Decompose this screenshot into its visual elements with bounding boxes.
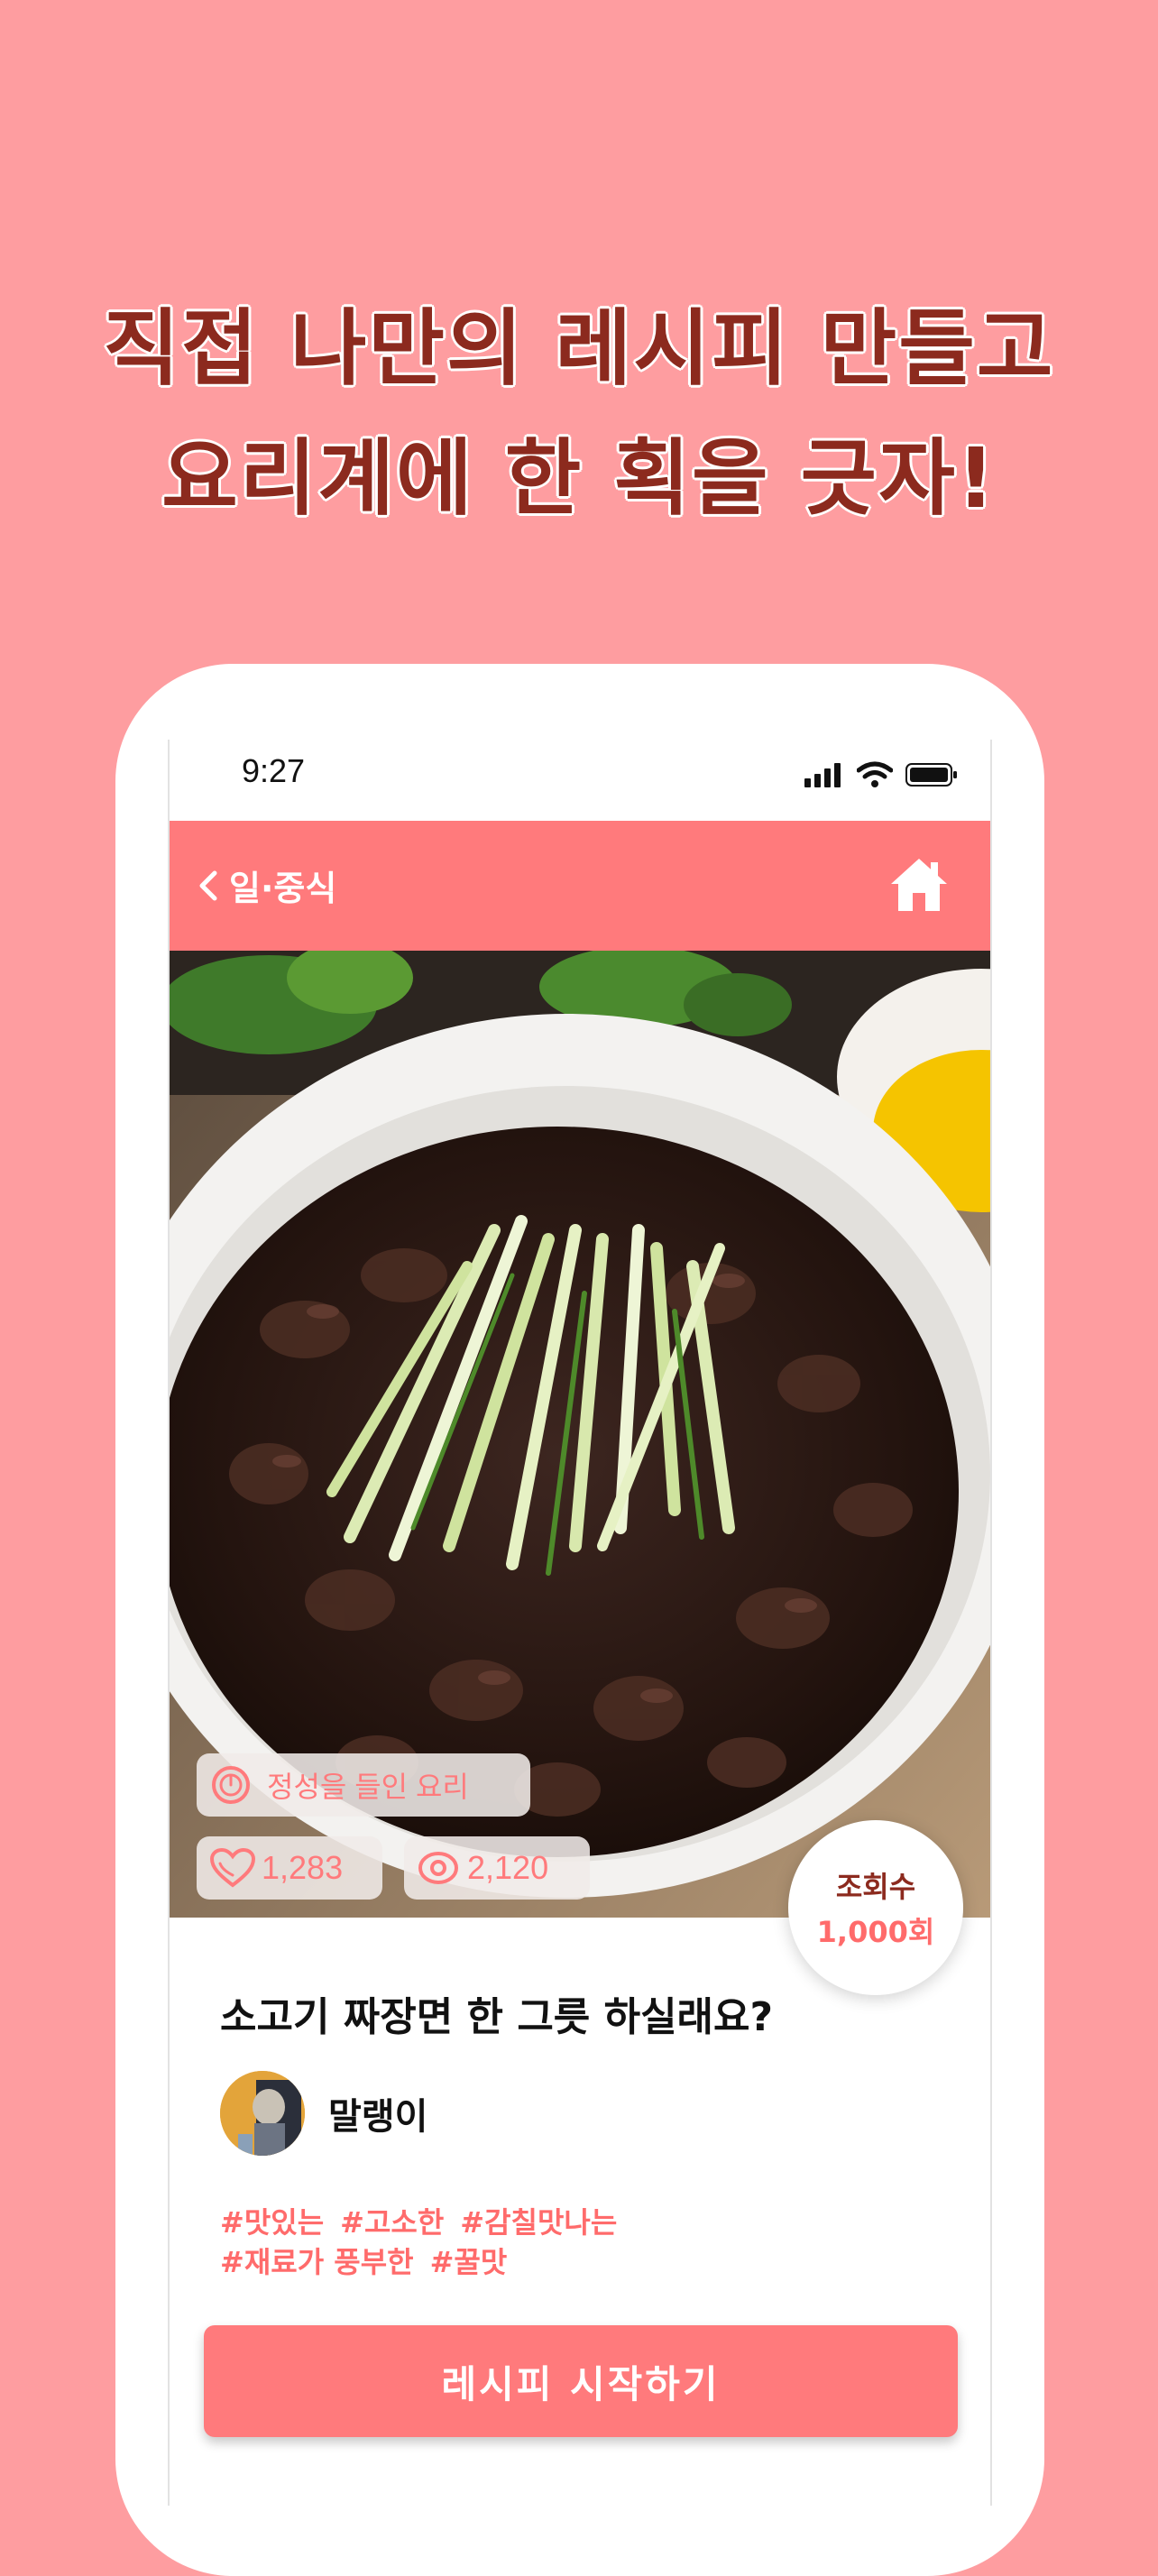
headline-line-2: 요리계에 한 획을 긋자! bbox=[161, 430, 997, 527]
avatar[interactable] bbox=[220, 2071, 305, 2156]
headline-line-1: 직접 나만의 레시피 만들고 bbox=[103, 300, 1055, 397]
nav-title: 일·중식 bbox=[229, 869, 337, 908]
author-name[interactable]: 말랭이 bbox=[328, 2087, 427, 2139]
home-button[interactable] bbox=[887, 853, 951, 916]
view-count-badge: 조회수 1,000회 bbox=[788, 1820, 963, 1995]
recipe-tag-pill: 정성을 들인 요리 bbox=[197, 1753, 530, 1817]
recipe-title: 소고기 짜장면 한 그릇 하실래요? bbox=[220, 1994, 774, 2040]
author-row[interactable]: 말랭이 bbox=[220, 2071, 427, 2156]
hashtag[interactable]: #맛있는 bbox=[220, 2205, 324, 2240]
hashtag[interactable]: #꿀맛 bbox=[430, 2245, 508, 2279]
status-time: 9:27 bbox=[242, 752, 306, 789]
hashtags: #맛있는 #고소한 #감칠맛나는 #재료가 풍부한 #꿀맛 bbox=[220, 2203, 942, 2282]
views-pill: 2,120 bbox=[404, 1836, 590, 1900]
recipe-photo[interactable]: 정성을 들인 요리 1,283 2,120 bbox=[170, 951, 990, 1918]
home-icon bbox=[891, 859, 947, 911]
nav-bar: 일·중식 bbox=[170, 821, 990, 951]
eye-icon bbox=[418, 1852, 458, 1884]
status-bar: 9:27 bbox=[170, 740, 990, 821]
signal-icon bbox=[804, 763, 841, 787]
back-button[interactable]: 일·중식 bbox=[197, 860, 336, 910]
likes-count: 1,283 bbox=[262, 1849, 344, 1886]
hashtag-line-2: #재료가 풍부한 #꿀맛 bbox=[220, 2242, 942, 2282]
hashtag[interactable]: #감칠맛나는 bbox=[460, 2205, 617, 2240]
view-badge-count: 1,000회 bbox=[816, 1915, 935, 1949]
app-screen: 9:27 일·중식 정성을 들인 요리 1,283 2,120 조회수 1,00… bbox=[168, 740, 992, 2506]
hashtag-line-1: #맛있는 #고소한 #감칠맛나는 bbox=[220, 2203, 942, 2242]
likes-pill[interactable]: 1,283 bbox=[197, 1836, 382, 1900]
status-icons bbox=[804, 761, 958, 788]
wifi-icon bbox=[857, 761, 893, 787]
views-count: 2,120 bbox=[467, 1849, 549, 1886]
heart-icon bbox=[209, 1847, 256, 1888]
recipe-tag-text: 정성을 들인 요리 bbox=[267, 1771, 469, 1803]
hashtag[interactable]: #재료가 풍부한 bbox=[220, 2245, 414, 2279]
avatar-image bbox=[220, 2071, 305, 2156]
view-badge-label: 조회수 bbox=[835, 1870, 916, 1904]
battery-icon bbox=[905, 763, 957, 787]
start-recipe-button[interactable]: 레시피 시작하기 bbox=[204, 2325, 958, 2437]
timer-icon bbox=[212, 1766, 250, 1804]
hashtag[interactable]: #고소한 bbox=[340, 2205, 444, 2240]
chevron-left-icon bbox=[199, 870, 217, 900]
